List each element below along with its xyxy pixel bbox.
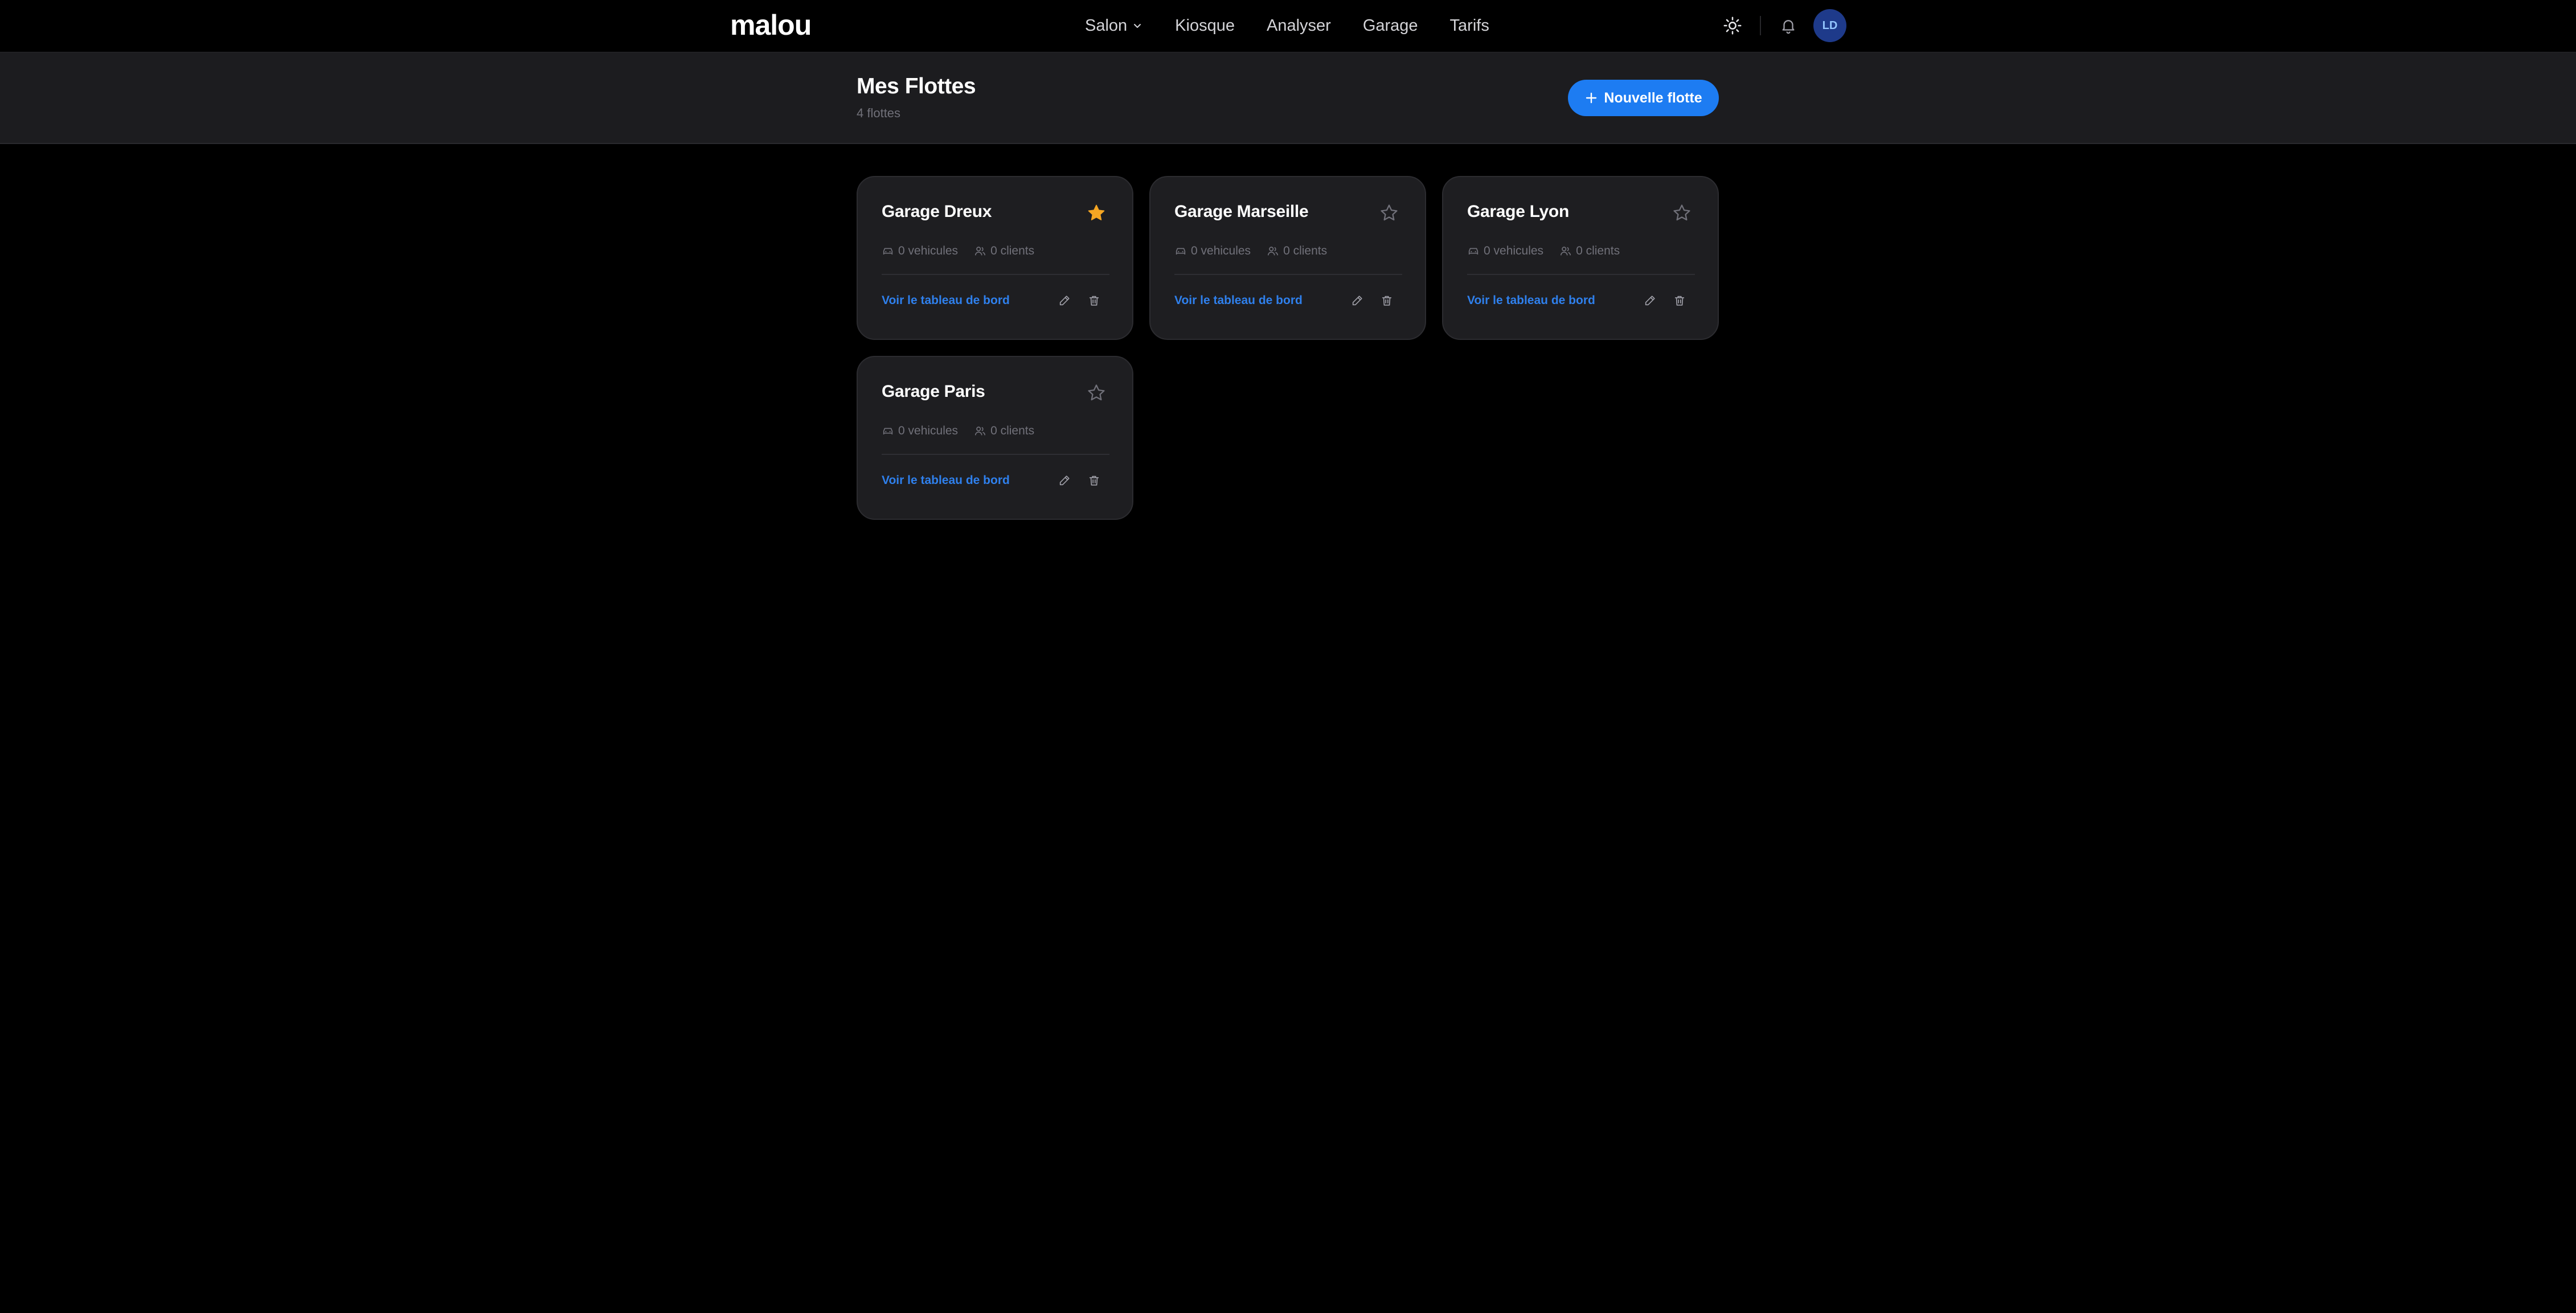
logo[interactable]: malou xyxy=(730,8,812,42)
users-icon xyxy=(1267,247,1279,256)
view-dashboard-link[interactable]: Voir le tableau de bord xyxy=(1174,294,1303,307)
pencil-icon xyxy=(1059,296,1070,306)
avatar[interactable]: LD xyxy=(1813,9,1846,42)
favorite-button[interactable] xyxy=(1671,202,1693,224)
star-outline-icon xyxy=(1088,384,1105,401)
card-divider xyxy=(882,454,1109,455)
star-outline-icon xyxy=(1381,204,1398,221)
fleet-card: Garage Lyon 0 vehicules 0 clients Voir l… xyxy=(1442,176,1719,340)
delete-button[interactable] xyxy=(1084,291,1104,310)
vehicle-count: 0 vehicules xyxy=(1467,244,1543,258)
pencil-icon xyxy=(1352,296,1362,306)
client-count: 0 clients xyxy=(1267,244,1327,258)
users-icon xyxy=(974,426,986,436)
card-actions xyxy=(1348,291,1396,310)
top-navigation: malou Salon Kiosque Analyser Garage Tari… xyxy=(0,0,2576,51)
star-outline-icon xyxy=(1673,204,1690,221)
vehicle-count: 0 vehicules xyxy=(882,424,958,438)
bell-icon xyxy=(1782,20,1795,34)
nav-item-garage[interactable]: Garage xyxy=(1363,17,1418,35)
fleet-card: Garage Marseille 0 vehicules 0 clients V… xyxy=(1149,176,1426,340)
fleet-name: Garage Dreux xyxy=(882,202,992,221)
fleet-card: Garage Dreux 0 vehicules 0 clients Voir … xyxy=(857,176,1133,340)
plus-icon xyxy=(1586,92,1597,104)
client-count-label: 0 clients xyxy=(1576,244,1620,257)
delete-button[interactable] xyxy=(1377,291,1396,310)
client-count: 0 clients xyxy=(1559,244,1620,258)
nav-item-kiosque[interactable]: Kiosque xyxy=(1175,17,1235,35)
notifications-button[interactable] xyxy=(1776,13,1801,38)
view-dashboard-link[interactable]: Voir le tableau de bord xyxy=(882,474,1010,487)
trash-icon xyxy=(1382,296,1392,306)
theme-toggle-button[interactable] xyxy=(1720,13,1745,38)
favorite-button[interactable] xyxy=(1086,382,1107,404)
delete-button[interactable] xyxy=(1670,291,1689,310)
nav-item-label: Tarifs xyxy=(1449,16,1489,35)
fleet-name: Garage Lyon xyxy=(1467,202,1569,221)
favorite-button[interactable] xyxy=(1086,202,1107,224)
trash-icon xyxy=(1089,296,1099,306)
client-count: 0 clients xyxy=(974,424,1034,438)
vehicle-count: 0 vehicules xyxy=(882,244,958,258)
nav-item-label: Kiosque xyxy=(1175,16,1235,35)
fleet-name: Garage Paris xyxy=(882,382,985,401)
nav-item-tarifs[interactable]: Tarifs xyxy=(1450,17,1489,35)
card-actions xyxy=(1640,291,1689,310)
nav-item-label: Salon xyxy=(1085,16,1128,35)
users-icon xyxy=(974,247,986,256)
vehicle-count-label: 0 vehicules xyxy=(1484,244,1544,257)
fleet-stats: 0 vehicules 0 clients xyxy=(882,424,1050,438)
nav-item-salon[interactable]: Salon xyxy=(1085,17,1143,35)
pencil-icon xyxy=(1645,296,1655,306)
sun-icon xyxy=(1723,17,1742,35)
chevron-down-icon xyxy=(1134,24,1141,28)
fleet-stats: 0 vehicules 0 clients xyxy=(1467,244,1636,258)
favorite-button[interactable] xyxy=(1378,202,1400,224)
nav-divider xyxy=(1760,16,1761,35)
vehicle-count-label: 0 vehicules xyxy=(1191,244,1251,257)
nav-item-analyser[interactable]: Analyser xyxy=(1267,17,1331,35)
view-dashboard-link[interactable]: Voir le tableau de bord xyxy=(1467,294,1595,307)
view-dashboard-link[interactable]: Voir le tableau de bord xyxy=(882,294,1010,307)
star-filled-icon xyxy=(1088,204,1105,220)
client-count-label: 0 clients xyxy=(990,244,1035,257)
edit-button[interactable] xyxy=(1640,291,1660,310)
new-fleet-button-label: Nouvelle flotte xyxy=(1604,89,1702,106)
nav-item-label: Garage xyxy=(1362,16,1418,35)
edit-button[interactable] xyxy=(1055,291,1074,310)
fleet-count: 4 flottes xyxy=(857,106,901,120)
car-icon xyxy=(1176,248,1186,255)
client-count-label: 0 clients xyxy=(990,424,1035,437)
vehicle-count: 0 vehicules xyxy=(1174,244,1251,258)
trash-icon xyxy=(1089,475,1099,486)
fleet-card: Garage Paris 0 vehicules 0 clients Voir … xyxy=(857,356,1133,520)
edit-button[interactable] xyxy=(1348,291,1367,310)
card-divider xyxy=(882,274,1109,275)
card-divider xyxy=(1467,274,1695,275)
vehicle-count-label: 0 vehicules xyxy=(898,244,959,257)
card-divider xyxy=(1174,274,1402,275)
page-title: Mes Flottes xyxy=(857,74,976,99)
page-header: Mes Flottes 4 flottes Nouvelle flotte xyxy=(0,52,2576,144)
trash-icon xyxy=(1674,296,1685,306)
delete-button[interactable] xyxy=(1084,471,1104,490)
car-icon xyxy=(1468,248,1479,255)
card-actions xyxy=(1055,291,1104,310)
nav-right-actions: LD xyxy=(1720,0,1846,51)
car-icon xyxy=(883,248,893,255)
new-fleet-button[interactable]: Nouvelle flotte xyxy=(1568,80,1719,116)
car-icon xyxy=(883,428,893,434)
nav-links: Salon Kiosque Analyser Garage Tarifs xyxy=(1085,0,1489,51)
card-actions xyxy=(1055,471,1104,490)
client-count: 0 clients xyxy=(974,244,1034,258)
nav-item-label: Analyser xyxy=(1266,16,1331,35)
fleet-stats: 0 vehicules 0 clients xyxy=(882,244,1050,258)
edit-button[interactable] xyxy=(1055,471,1074,490)
users-icon xyxy=(1560,247,1571,256)
fleet-stats: 0 vehicules 0 clients xyxy=(1174,244,1343,258)
vehicle-count-label: 0 vehicules xyxy=(898,424,959,437)
pencil-icon xyxy=(1059,475,1070,486)
fleet-name: Garage Marseille xyxy=(1174,202,1309,221)
client-count-label: 0 clients xyxy=(1283,244,1328,257)
